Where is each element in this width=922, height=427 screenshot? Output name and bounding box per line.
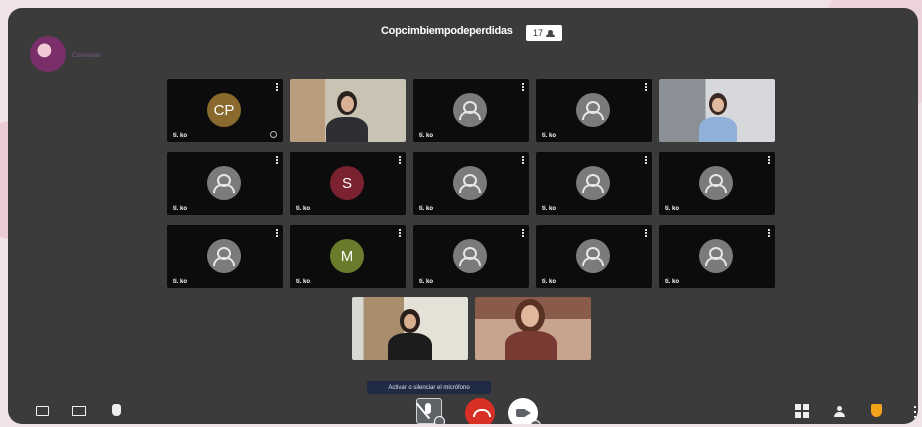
participant-tile[interactable]: ti. ko: [536, 79, 652, 142]
person-body: [699, 117, 737, 142]
person-body: [388, 333, 432, 360]
avatar: S: [330, 166, 364, 200]
mic-tooltip: Activar o silenciar el micrófono: [367, 381, 491, 394]
participant-count: 17: [532, 28, 543, 38]
participant-count-badge[interactable]: 17: [526, 25, 562, 41]
participant-video-tile[interactable]: [475, 297, 591, 360]
participant-name: ti. ko: [296, 279, 311, 285]
person-placeholder-icon: [453, 93, 487, 127]
more-vert-icon[interactable]: [522, 156, 524, 164]
pin-icon[interactable]: [270, 131, 277, 138]
more-vert-icon[interactable]: [276, 156, 278, 164]
more-vert-icon[interactable]: [522, 229, 524, 237]
participant-name: ti. ko: [173, 133, 188, 139]
person-face: [521, 305, 539, 327]
participant-tile[interactable]: CP ti. ko: [167, 79, 283, 142]
person-placeholder-icon: [576, 239, 610, 273]
participant-tile[interactable]: ti. ko: [659, 152, 775, 215]
people-icon: [546, 29, 555, 37]
meeting-title: Copcimbiempodeperdidas: [381, 25, 513, 37]
present-screen-icon[interactable]: [72, 406, 86, 416]
participant-name: ti. ko: [296, 206, 311, 212]
more-vert-icon[interactable]: [276, 229, 278, 237]
participant-name: ti. ko: [665, 279, 680, 285]
more-vert-icon[interactable]: [768, 156, 770, 164]
more-vert-icon[interactable]: [645, 156, 647, 164]
participant-name: ti. ko: [173, 279, 188, 285]
person-placeholder-icon: [207, 166, 241, 200]
more-vert-icon[interactable]: [645, 83, 647, 91]
more-vert-icon[interactable]: [768, 229, 770, 237]
person-placeholder-icon: [453, 239, 487, 273]
chat-icon[interactable]: [36, 406, 49, 416]
participant-tile[interactable]: S ti. ko: [290, 152, 406, 215]
person-placeholder-icon: [699, 166, 733, 200]
participant-name: ti. ko: [665, 206, 680, 212]
meeting-window: Conversan Copcimbiempodeperdidas 17 CP t…: [8, 8, 918, 424]
person-placeholder-icon: [207, 239, 241, 273]
participant-head-shape: [837, 406, 842, 411]
more-vert-icon[interactable]: [399, 229, 401, 237]
end-call-button[interactable]: [465, 398, 495, 424]
shield-icon[interactable]: [871, 404, 882, 417]
person-placeholder-icon: [699, 239, 733, 273]
participant-video-tile[interactable]: [352, 297, 468, 360]
person-body: [505, 331, 557, 360]
participant-tile[interactable]: ti. ko: [413, 225, 529, 288]
participants-icon[interactable]: [834, 406, 846, 418]
camera-toggle-button[interactable]: [508, 398, 541, 424]
person-placeholder-icon: [453, 166, 487, 200]
avatar: M: [330, 239, 364, 273]
participant-name: ti. ko: [419, 133, 434, 139]
participant-name: ti. ko: [419, 206, 434, 212]
participant-tile[interactable]: ti. ko: [167, 152, 283, 215]
participant-name: ti. ko: [542, 206, 557, 212]
person-face: [341, 96, 354, 112]
participant-tile[interactable]: ti. ko: [536, 152, 652, 215]
person-face: [712, 98, 724, 112]
brand-logo: [30, 36, 66, 72]
mic-toggle-button[interactable]: [416, 398, 445, 424]
settings-badge-icon: [530, 420, 541, 424]
raise-hand-icon[interactable]: [112, 404, 121, 416]
participant-tile[interactable]: ti. ko: [413, 79, 529, 142]
participant-tile[interactable]: ti. ko: [167, 225, 283, 288]
more-vert-icon[interactable]: [276, 83, 278, 91]
participant-tile[interactable]: ti. ko: [536, 225, 652, 288]
more-vert-icon[interactable]: [399, 156, 401, 164]
participant-tile[interactable]: ti. ko: [659, 225, 775, 288]
participant-name: ti. ko: [419, 279, 434, 285]
brand-logo-text: Conversan: [72, 53, 102, 59]
settings-badge-icon: [434, 416, 445, 424]
participant-name: ti. ko: [542, 133, 557, 139]
participant-body-shape: [834, 412, 845, 417]
grid-layout-icon[interactable]: [795, 404, 809, 418]
person-body: [326, 117, 368, 142]
person-face: [404, 314, 416, 329]
more-vert-icon[interactable]: [914, 406, 916, 418]
more-vert-icon[interactable]: [522, 83, 524, 91]
more-vert-icon[interactable]: [645, 229, 647, 237]
avatar: CP: [207, 93, 241, 127]
participant-tile[interactable]: M ti. ko: [290, 225, 406, 288]
participant-tile[interactable]: ti. ko: [413, 152, 529, 215]
participant-name: ti. ko: [173, 206, 188, 212]
participant-name: ti. ko: [542, 279, 557, 285]
person-placeholder-icon: [576, 166, 610, 200]
participant-video-tile[interactable]: [659, 79, 775, 142]
participant-video-tile[interactable]: [290, 79, 406, 142]
person-placeholder-icon: [576, 93, 610, 127]
